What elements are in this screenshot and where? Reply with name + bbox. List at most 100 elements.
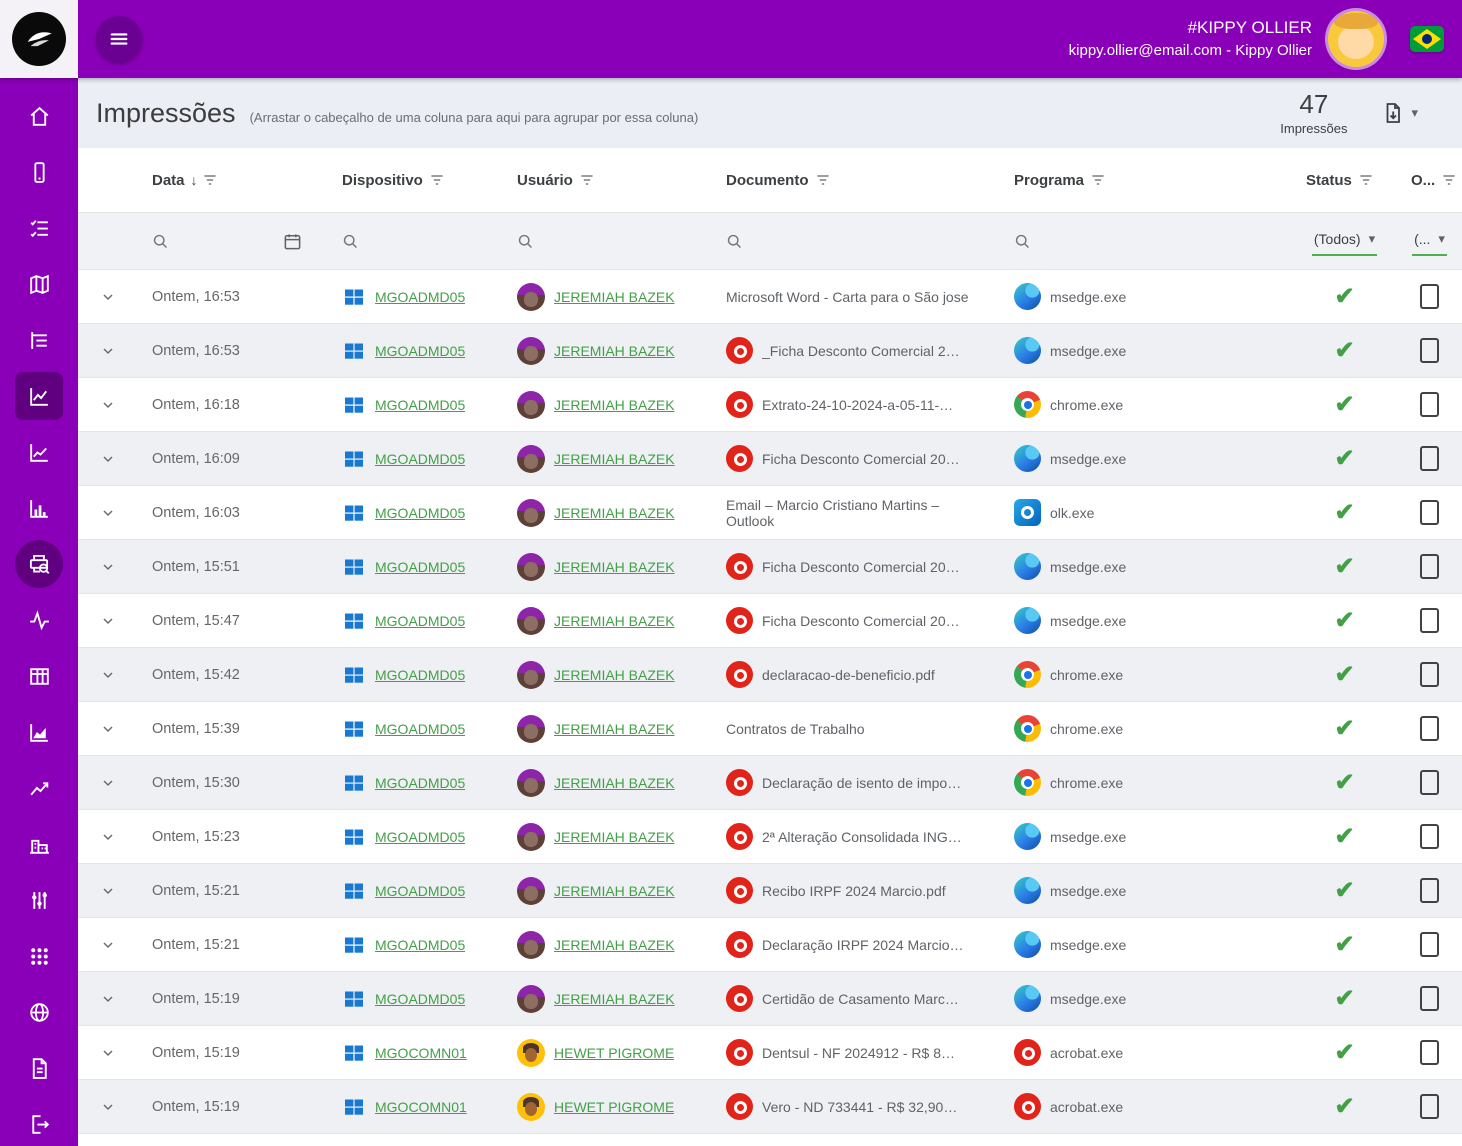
- user-link[interactable]: JEREMIAH BAZEK: [554, 613, 675, 629]
- column-header-status[interactable]: Status: [1292, 172, 1397, 189]
- sidebar-item-print-search[interactable]: [15, 540, 63, 588]
- sidebar-item-city[interactable]: [15, 820, 63, 868]
- calendar-icon[interactable]: [283, 232, 302, 251]
- globe-icon: [27, 1000, 52, 1025]
- sidebar-item-apps[interactable]: [15, 932, 63, 980]
- language-flag-brazil[interactable]: [1410, 26, 1444, 52]
- user-link[interactable]: JEREMIAH BAZEK: [554, 937, 675, 953]
- sidebar-item-logout[interactable]: [15, 1100, 63, 1146]
- column-header-programa[interactable]: Programa: [1000, 172, 1292, 189]
- sidebar-item-structure[interactable]: [15, 316, 63, 364]
- sidebar-item-web[interactable]: [15, 988, 63, 1036]
- row-expander-icon[interactable]: [98, 287, 118, 307]
- filter-icon[interactable]: [1090, 172, 1106, 188]
- device-link[interactable]: MGOADMD05: [375, 451, 465, 467]
- row-expander-icon[interactable]: [98, 719, 118, 739]
- user-link[interactable]: JEREMIAH BAZEK: [554, 991, 675, 1007]
- filter-icon[interactable]: [429, 172, 445, 188]
- row-expander-icon[interactable]: [98, 773, 118, 793]
- device-link[interactable]: MGOADMD05: [375, 289, 465, 305]
- user-link[interactable]: JEREMIAH BAZEK: [554, 505, 675, 521]
- device-link[interactable]: MGOADMD05: [375, 505, 465, 521]
- search-icon[interactable]: [726, 233, 743, 250]
- user-link[interactable]: JEREMIAH BAZEK: [554, 559, 675, 575]
- program-icon: [1014, 391, 1041, 418]
- column-header-dispositivo[interactable]: Dispositivo: [328, 172, 503, 189]
- device-link[interactable]: MGOADMD05: [375, 667, 465, 683]
- filter-icon[interactable]: [579, 172, 595, 188]
- row-expander-icon[interactable]: [98, 341, 118, 361]
- sidebar-item-analytics[interactable]: [15, 428, 63, 476]
- sidebar-item-trend[interactable]: [15, 764, 63, 812]
- search-icon[interactable]: [517, 233, 534, 250]
- row-expander-icon[interactable]: [98, 881, 118, 901]
- avatar[interactable]: [1328, 11, 1384, 67]
- sidebar-item-area-chart[interactable]: [15, 708, 63, 756]
- orientation-filter-select[interactable]: (... ▾: [1412, 227, 1447, 256]
- sidebar-item-activity[interactable]: [15, 596, 63, 644]
- column-header-documento[interactable]: Documento: [712, 172, 1000, 189]
- page-title: Impressões: [96, 98, 236, 129]
- column-header-data[interactable]: Data ↓: [138, 172, 328, 189]
- row-expander-icon[interactable]: [98, 665, 118, 685]
- user-link[interactable]: JEREMIAH BAZEK: [554, 667, 675, 683]
- user-link[interactable]: HEWET PIGROME: [554, 1045, 674, 1061]
- user-link[interactable]: HEWET PIGROME: [554, 1099, 674, 1115]
- row-expander-icon[interactable]: [98, 827, 118, 847]
- user-link[interactable]: JEREMIAH BAZEK: [554, 397, 675, 413]
- row-expander-icon[interactable]: [98, 449, 118, 469]
- user-link[interactable]: JEREMIAH BAZEK: [554, 343, 675, 359]
- column-header-orientation[interactable]: O...: [1397, 172, 1462, 189]
- user-link[interactable]: JEREMIAH BAZEK: [554, 883, 675, 899]
- status-filter-select[interactable]: (Todos) ▾: [1312, 227, 1377, 256]
- row-expander-icon[interactable]: [98, 503, 118, 523]
- document-name: Vero - ND 733441 - R$ 32,90…: [762, 1099, 957, 1115]
- export-button[interactable]: ▾: [1381, 101, 1418, 125]
- device-link[interactable]: MGOADMD05: [375, 397, 465, 413]
- filter-icon[interactable]: [202, 172, 218, 188]
- row-expander-icon[interactable]: [98, 557, 118, 577]
- row-expander-icon[interactable]: [98, 611, 118, 631]
- device-link[interactable]: MGOADMD05: [375, 991, 465, 1007]
- menu-button[interactable]: [96, 16, 142, 62]
- user-link[interactable]: JEREMIAH BAZEK: [554, 289, 675, 305]
- device-link[interactable]: MGOADMD05: [375, 883, 465, 899]
- user-avatar: [517, 715, 545, 743]
- column-header-usuario[interactable]: Usuário: [503, 172, 712, 189]
- device-link[interactable]: MGOADMD05: [375, 613, 465, 629]
- filter-icon[interactable]: [1441, 172, 1457, 188]
- row-expander-icon[interactable]: [98, 1097, 118, 1117]
- device-link[interactable]: MGOADMD05: [375, 559, 465, 575]
- user-link[interactable]: JEREMIAH BAZEK: [554, 721, 675, 737]
- device-link[interactable]: MGOADMD05: [375, 343, 465, 359]
- user-link[interactable]: JEREMIAH BAZEK: [554, 775, 675, 791]
- row-expander-icon[interactable]: [98, 395, 118, 415]
- sidebar-item-settings-sliders[interactable]: [15, 876, 63, 924]
- search-icon[interactable]: [152, 233, 169, 250]
- windows-icon: [342, 447, 366, 471]
- device-link[interactable]: MGOADMD05: [375, 775, 465, 791]
- sidebar-item-documents[interactable]: [15, 1044, 63, 1092]
- filter-icon[interactable]: [815, 172, 831, 188]
- row-expander-icon[interactable]: [98, 1043, 118, 1063]
- user-link[interactable]: JEREMIAH BAZEK: [554, 451, 675, 467]
- sidebar-item-columns[interactable]: [15, 652, 63, 700]
- sidebar-item-tasks[interactable]: [15, 204, 63, 252]
- user-link[interactable]: JEREMIAH BAZEK: [554, 829, 675, 845]
- sidebar-item-home[interactable]: [15, 92, 63, 140]
- device-link[interactable]: MGOADMD05: [375, 721, 465, 737]
- search-icon[interactable]: [1014, 233, 1031, 250]
- sidebar-item-map[interactable]: [15, 260, 63, 308]
- row-expander-icon[interactable]: [98, 935, 118, 955]
- row-expander-icon[interactable]: [98, 989, 118, 1009]
- search-icon[interactable]: [342, 233, 359, 250]
- sidebar-item-reports[interactable]: [15, 372, 63, 420]
- filter-icon[interactable]: [1358, 172, 1374, 188]
- device-link[interactable]: MGOCOMN01: [375, 1099, 467, 1115]
- device-link[interactable]: MGOCOMN01: [375, 1045, 467, 1061]
- sidebar-item-devices[interactable]: [15, 148, 63, 196]
- device-link[interactable]: MGOADMD05: [375, 937, 465, 953]
- device-link[interactable]: MGOADMD05: [375, 829, 465, 845]
- line-chart-icon: [27, 384, 52, 409]
- sidebar-item-bar-reports[interactable]: [15, 484, 63, 532]
